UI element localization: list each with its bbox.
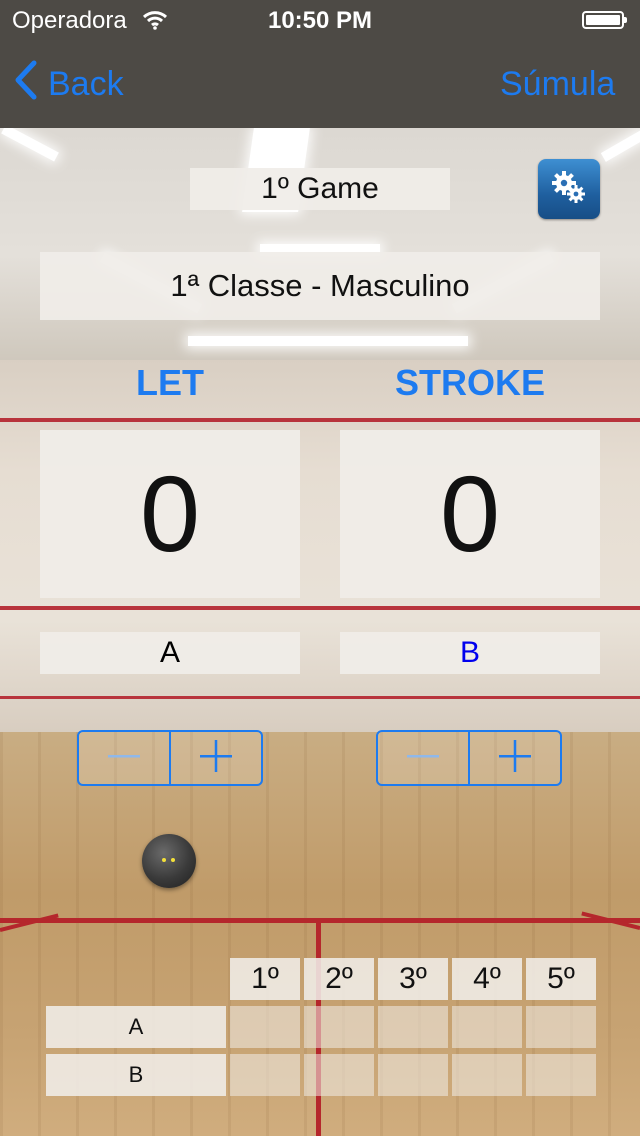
stroke-heading: STROKE [394,362,545,403]
squash-ball-image [142,834,196,888]
game-header-3: 3º [378,958,448,1000]
stroke-decrement-button[interactable] [378,732,468,784]
plus-icon [200,739,232,777]
table-row-label-b: B [46,1054,226,1096]
table-cell [230,1006,300,1048]
back-label: Back [48,64,124,103]
stroke-stepper [376,730,562,786]
battery-icon [582,11,627,29]
table-cell [526,1054,596,1096]
table-cell [378,1054,448,1096]
plus-icon [499,739,531,777]
minus-icon [108,740,140,777]
ball-dot [162,858,166,862]
ceiling-light [600,128,640,162]
stroke-increment-button[interactable] [468,732,560,784]
chevron-left-icon [14,60,48,109]
game-header-5: 5º [526,958,596,1000]
let-stepper [77,730,263,786]
status-bar: Operadora 10:50 PM [0,0,640,40]
let-score: 0 [40,430,300,598]
back-button[interactable]: Back [14,60,124,108]
navigation-bar: Back Súmula [0,40,640,128]
game-header-1: 1º [230,958,300,1000]
gears-icon [549,167,589,212]
wall-line [0,606,640,610]
game-header-2: 2º [304,958,374,1000]
table-cell [230,1054,300,1096]
table-cell [378,1006,448,1048]
let-increment-button[interactable] [169,732,261,784]
table-cell [304,1006,374,1048]
clock: 10:50 PM [267,7,373,34]
table-cell [452,1006,522,1048]
minus-icon [407,740,439,777]
table-cell [452,1054,522,1096]
let-heading: LET [136,362,204,403]
player-a-label: A [40,632,300,674]
table-row-label-a: A [46,1006,226,1048]
ceiling-light [1,124,59,162]
category-label: 1ª Classe - Masculino [40,252,600,320]
wall-line [0,418,640,422]
stroke-score: 0 [340,430,600,598]
player-b-label: B [340,632,600,674]
let-decrement-button[interactable] [79,732,169,784]
ball-dot [171,858,175,862]
game-title: 1º Game [190,168,450,210]
ceiling-light [188,336,468,346]
table-cell [526,1006,596,1048]
settings-button[interactable] [538,159,600,219]
table-cell [304,1054,374,1096]
wall-line [0,696,640,699]
game-header-4: 4º [452,958,522,1000]
sumula-button[interactable]: Súmula [500,60,640,108]
